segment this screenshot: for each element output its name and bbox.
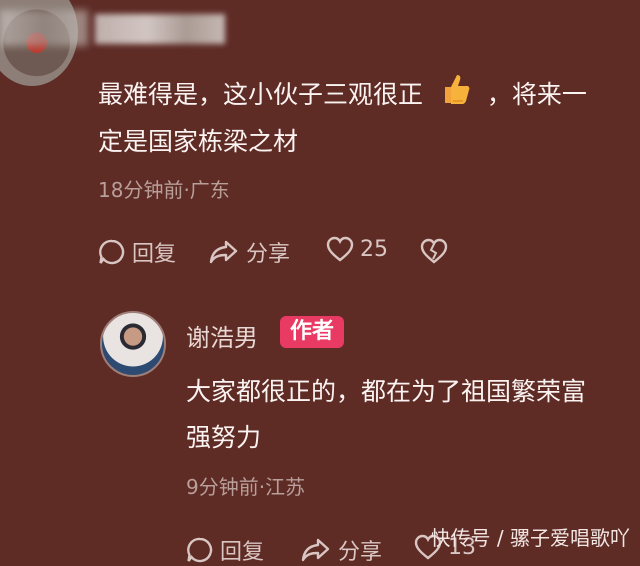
like-button[interactable]: 25 bbox=[326, 236, 388, 262]
reply-bubble-icon bbox=[186, 536, 214, 564]
blurred-username[interactable] bbox=[95, 14, 225, 44]
comment-text-line1-tail: ，将来一 bbox=[486, 80, 587, 109]
blurred-username-left bbox=[0, 10, 88, 46]
comment-text-line1: 最难得是，这小伙子三观很正 bbox=[98, 80, 424, 109]
reply-reply-label: 回复 bbox=[220, 540, 265, 565]
heart-icon bbox=[326, 236, 354, 262]
reply-share-button[interactable]: 分享 bbox=[300, 534, 382, 566]
share-arrow-icon bbox=[300, 536, 332, 564]
thumbs-up-emoji bbox=[439, 72, 471, 120]
share-label: 分享 bbox=[246, 242, 291, 267]
reply-label: 回复 bbox=[132, 242, 177, 267]
comment-text: 最难得是，这小伙子三观很正 ，将来一 bbox=[98, 72, 587, 120]
author-name[interactable]: 谢浩男 bbox=[186, 318, 258, 353]
watermark: 快传号 / 骡子爱唱歌吖 bbox=[430, 526, 630, 550]
author-avatar[interactable] bbox=[100, 311, 166, 377]
reply-text-line2: 强努力 bbox=[186, 423, 262, 452]
author-badge: 作者 bbox=[280, 316, 345, 348]
reply-text-line1: 大家都很正的，都在为了祖国繁荣富 bbox=[186, 377, 587, 406]
share-button[interactable]: 分享 bbox=[208, 236, 290, 268]
broken-heart-icon bbox=[420, 238, 448, 264]
share-arrow-icon bbox=[208, 238, 240, 266]
dislike-button[interactable] bbox=[420, 238, 448, 264]
reply-reply-button[interactable]: 回复 bbox=[186, 534, 264, 566]
like-count: 25 bbox=[360, 236, 388, 262]
reply-share-label: 分享 bbox=[338, 540, 383, 565]
reply-bubble-icon bbox=[98, 238, 126, 266]
reply-button[interactable]: 回复 bbox=[98, 236, 176, 268]
comment-text-line2: 定是国家栋梁之材 bbox=[98, 127, 299, 156]
comment-meta: 18分钟前·广东 bbox=[98, 178, 230, 202]
reply-meta: 9分钟前·江苏 bbox=[186, 475, 306, 499]
